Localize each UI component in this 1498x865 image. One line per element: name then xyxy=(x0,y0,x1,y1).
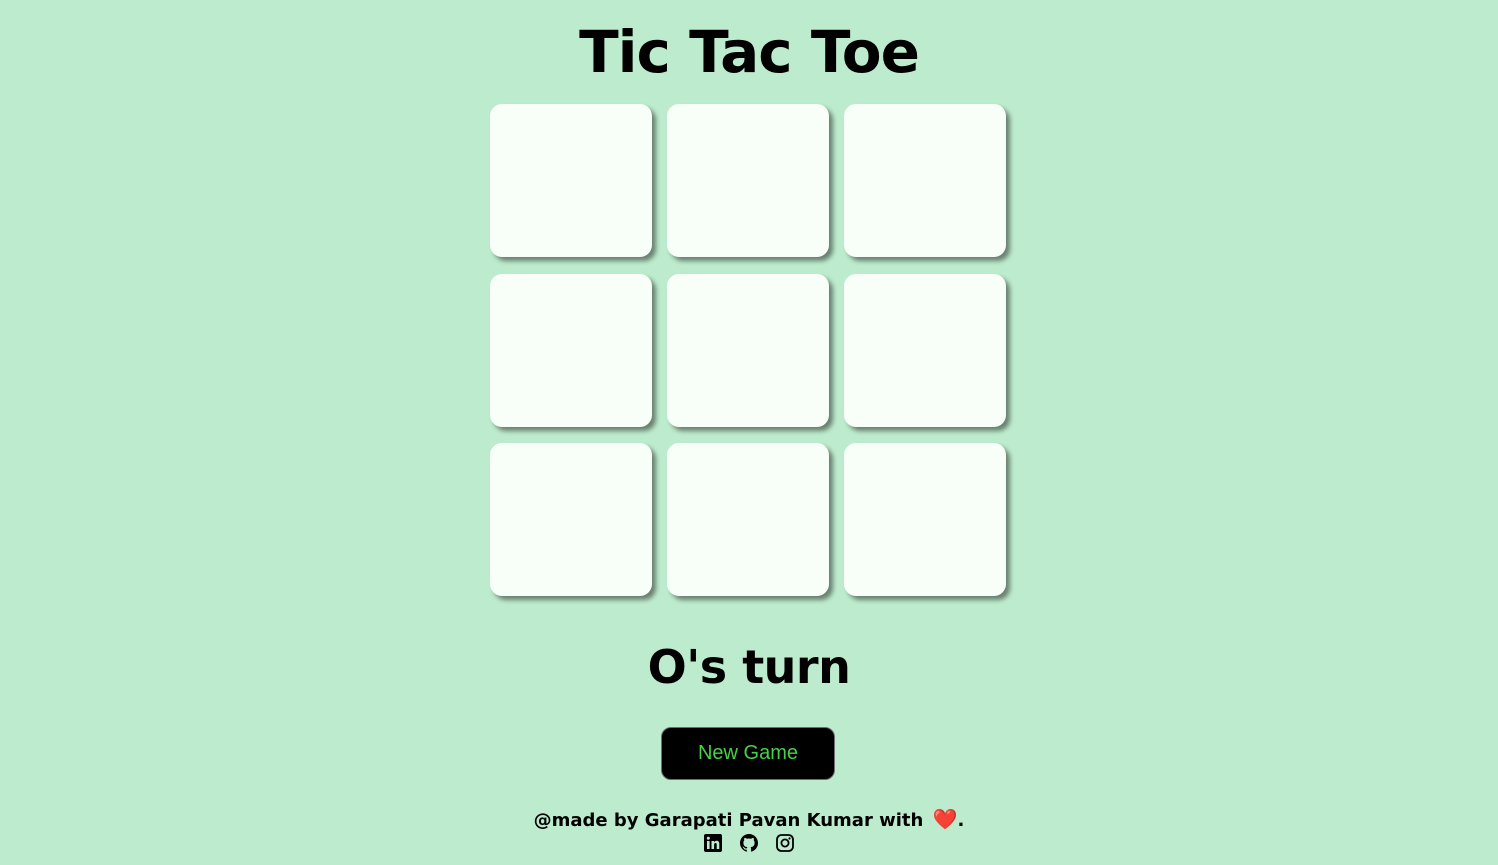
board-cell-6[interactable] xyxy=(844,273,1006,427)
game-page: Tic Tac Toe O's turn New Game @made by G… xyxy=(0,0,1498,865)
heart-icon: ❤️ xyxy=(932,807,958,831)
new-game-button[interactable]: New Game xyxy=(661,727,835,780)
game-board xyxy=(490,104,1006,596)
linkedin-icon[interactable] xyxy=(703,833,723,853)
social-links xyxy=(0,833,1498,853)
board-cell-1[interactable] xyxy=(490,104,652,257)
board-cell-2[interactable] xyxy=(667,104,829,257)
footer-credit: @made by Garapati Pavan Kumar with ❤️. xyxy=(0,806,1498,834)
board-cell-3[interactable] xyxy=(844,104,1006,257)
github-icon[interactable] xyxy=(739,833,759,853)
board-cell-5[interactable] xyxy=(667,273,829,427)
instagram-icon[interactable] xyxy=(775,833,795,853)
credit-trailing: . xyxy=(957,810,965,831)
turn-indicator: O's turn xyxy=(647,640,851,694)
credit-text: @made by Garapati Pavan Kumar with xyxy=(533,810,924,831)
board-cell-8[interactable] xyxy=(667,443,829,596)
board-cell-7[interactable] xyxy=(490,443,652,596)
board-cell-4[interactable] xyxy=(490,273,652,427)
page-title: Tic Tac Toe xyxy=(579,18,920,86)
board-cell-9[interactable] xyxy=(844,443,1006,596)
